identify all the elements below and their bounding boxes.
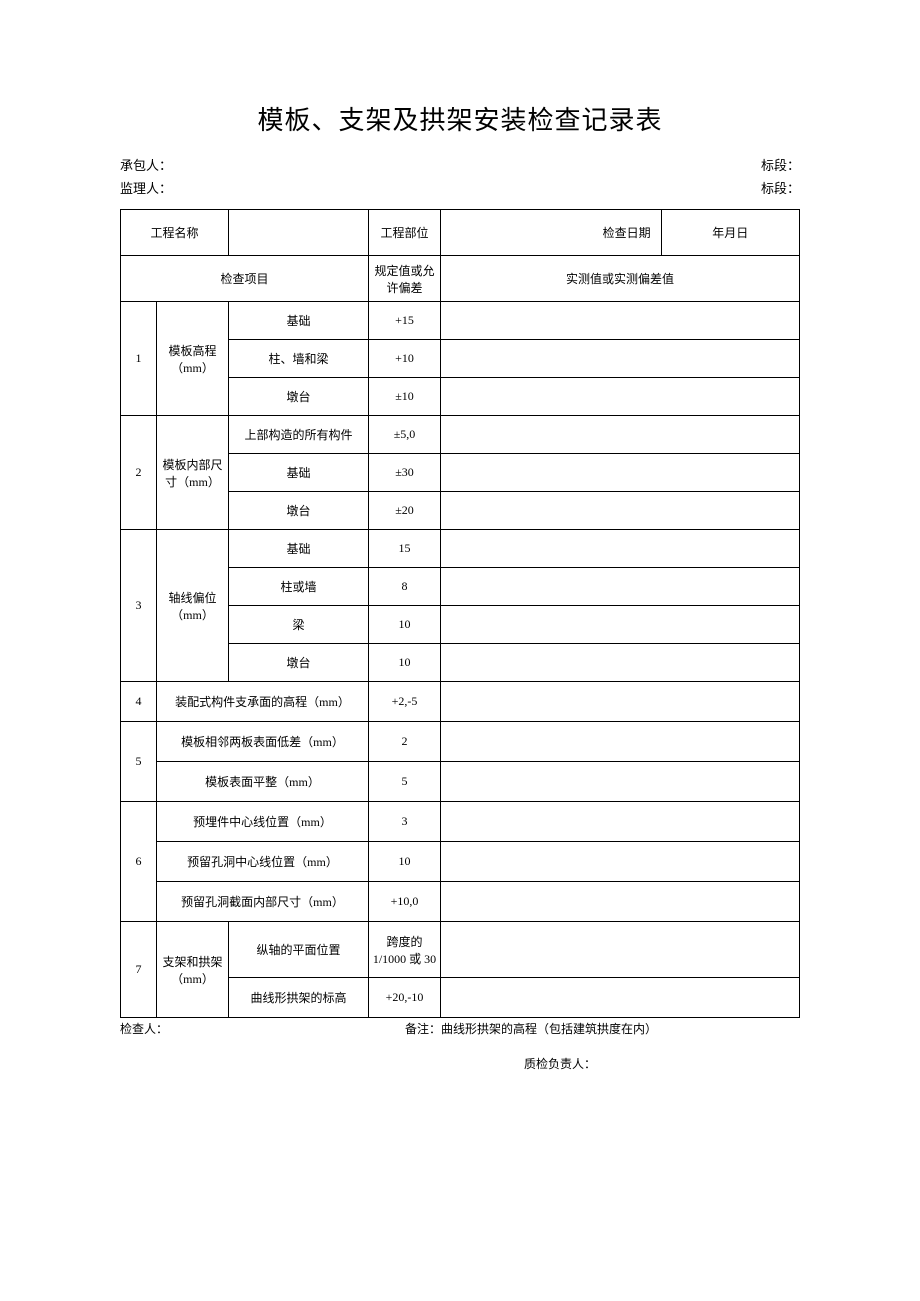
table-row: 6 预埋件中心线位置（mm） 3: [121, 802, 800, 842]
row-measured: [441, 454, 800, 492]
row-item: 预埋件中心线位置（mm）: [157, 802, 369, 842]
row-item: 梁: [229, 606, 369, 644]
row-measured: [441, 762, 800, 802]
row-spec: 8: [369, 568, 441, 606]
row-item: 纵轴的平面位置: [229, 922, 369, 978]
row-item: 上部构造的所有构件: [229, 416, 369, 454]
row-spec: 2: [369, 722, 441, 762]
table-row: 预留孔洞中心线位置（mm） 10: [121, 842, 800, 882]
table-row: 2 模板内部尺寸（mm） 上部构造的所有构件 ±5,0: [121, 416, 800, 454]
table-row: 工程名称 工程部位 检查日期 年月日: [121, 210, 800, 256]
row-spec: +20,-10: [369, 978, 441, 1018]
spec-label: 规定值或允许偏差: [369, 256, 441, 302]
row-spec: +10,0: [369, 882, 441, 922]
row-item: 预留孔洞中心线位置（mm）: [157, 842, 369, 882]
contractor-row: 承包人： 标段：: [120, 155, 800, 174]
row-item: 墩台: [229, 644, 369, 682]
row-category: 轴线偏位（mm）: [157, 530, 229, 682]
row-measured: [441, 922, 800, 978]
row-item: 柱、墙和梁: [229, 340, 369, 378]
row-category: 模板内部尺寸（mm）: [157, 416, 229, 530]
row-spec: ±5,0: [369, 416, 441, 454]
row-num: 3: [121, 530, 157, 682]
row-spec: 跨度的 1/1000 或 30: [369, 922, 441, 978]
row-item: 柱或墙: [229, 568, 369, 606]
row-num: 4: [121, 682, 157, 722]
row-item: 模板表面平整（mm）: [157, 762, 369, 802]
row-num: 5: [121, 722, 157, 802]
table-row: 5 模板相邻两板表面低差（mm） 2: [121, 722, 800, 762]
row-item: 墩台: [229, 378, 369, 416]
row-spec: 10: [369, 644, 441, 682]
inspection-table: 工程名称 工程部位 检查日期 年月日 检查项目 规定值或允许偏差 实测值或实测偏…: [120, 209, 800, 1018]
section-label-2: 标段：: [761, 178, 800, 197]
row-measured: [441, 492, 800, 530]
row-spec: 15: [369, 530, 441, 568]
row-spec: 5: [369, 762, 441, 802]
row-measured: [441, 340, 800, 378]
row-measured: [441, 530, 800, 568]
table-row: 预留孔洞截面内部尺寸（mm） +10,0: [121, 882, 800, 922]
qc-label: 质检负责人：: [120, 1055, 800, 1072]
date-placeholder: 年月日: [661, 210, 799, 256]
row-num: 7: [121, 922, 157, 1018]
supervisor-label: 监理人：: [120, 178, 172, 197]
row-num: 6: [121, 802, 157, 922]
row-category: 支架和拱架（mm）: [157, 922, 229, 1018]
check-item-label: 检查项目: [121, 256, 369, 302]
row-spec: 10: [369, 606, 441, 644]
table-row: 模板表面平整（mm） 5: [121, 762, 800, 802]
row-item: 墩台: [229, 492, 369, 530]
row-spec: +10: [369, 340, 441, 378]
table-row: 1 模板高程（mm） 基础 +15: [121, 302, 800, 340]
table-row: 检查项目 规定值或允许偏差 实测值或实测偏差值: [121, 256, 800, 302]
row-measured: [441, 416, 800, 454]
footer-row: 检查人： 备注：曲线形拱架的高程（包括建筑拱度在内）: [120, 1020, 800, 1037]
row-item: 基础: [229, 454, 369, 492]
inspector-label: 检查人：: [120, 1020, 405, 1037]
row-measured: [441, 842, 800, 882]
supervisor-row: 监理人： 标段：: [120, 178, 800, 197]
row-spec: +2,-5: [369, 682, 441, 722]
row-item: 装配式构件支承面的高程（mm）: [157, 682, 369, 722]
row-spec: 10: [369, 842, 441, 882]
row-spec: +15: [369, 302, 441, 340]
project-part-label: 工程部位: [369, 210, 441, 256]
contractor-label: 承包人：: [120, 155, 172, 174]
project-name-value: [229, 210, 369, 256]
row-measured: [441, 722, 800, 762]
row-item: 预留孔洞截面内部尺寸（mm）: [157, 882, 369, 922]
remark-text: 备注：曲线形拱架的高程（包括建筑拱度在内）: [405, 1020, 800, 1037]
table-row: 7 支架和拱架（mm） 纵轴的平面位置 跨度的 1/1000 或 30: [121, 922, 800, 978]
row-item: 基础: [229, 530, 369, 568]
table-row: 4 装配式构件支承面的高程（mm） +2,-5: [121, 682, 800, 722]
row-category: 模板高程（mm）: [157, 302, 229, 416]
row-measured: [441, 606, 800, 644]
table-row: 3 轴线偏位（mm） 基础 15: [121, 530, 800, 568]
row-measured: [441, 644, 800, 682]
row-item: 模板相邻两板表面低差（mm）: [157, 722, 369, 762]
project-name-label: 工程名称: [121, 210, 229, 256]
row-item: 基础: [229, 302, 369, 340]
row-measured: [441, 378, 800, 416]
row-spec: ±10: [369, 378, 441, 416]
check-date-label: 检查日期: [441, 210, 662, 256]
row-measured: [441, 682, 800, 722]
row-num: 1: [121, 302, 157, 416]
row-spec: ±20: [369, 492, 441, 530]
row-spec: 3: [369, 802, 441, 842]
row-num: 2: [121, 416, 157, 530]
row-measured: [441, 882, 800, 922]
row-measured: [441, 802, 800, 842]
row-measured: [441, 978, 800, 1018]
row-measured: [441, 302, 800, 340]
measured-label: 实测值或实测偏差值: [441, 256, 800, 302]
row-spec: ±30: [369, 454, 441, 492]
document-title: 模板、支架及拱架安装检查记录表: [120, 100, 800, 137]
row-measured: [441, 568, 800, 606]
row-item: 曲线形拱架的标高: [229, 978, 369, 1018]
section-label-1: 标段：: [761, 155, 800, 174]
